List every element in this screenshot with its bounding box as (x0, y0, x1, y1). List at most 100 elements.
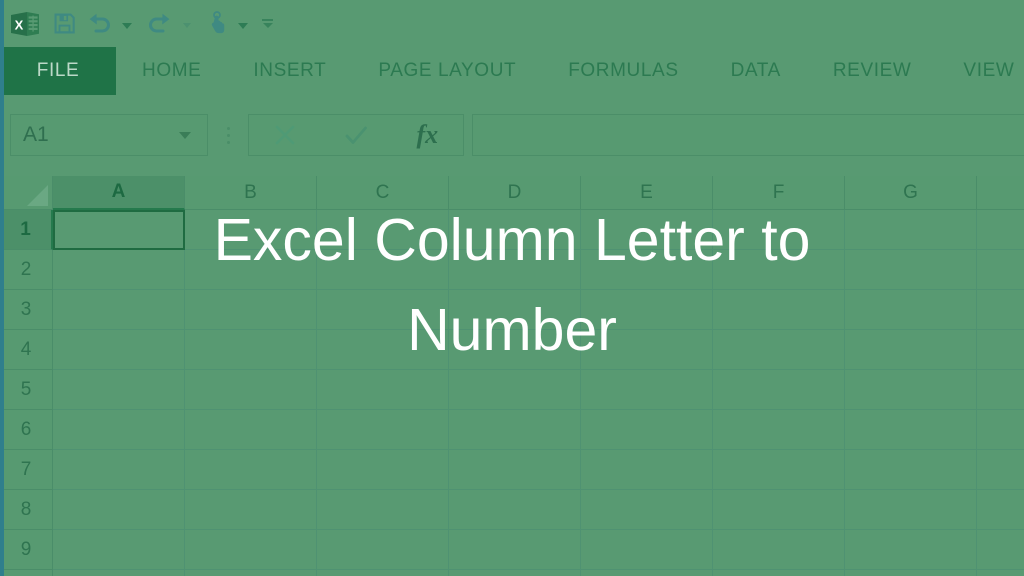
row-header-9[interactable]: 9 (0, 530, 53, 570)
cell-b1[interactable] (185, 210, 317, 250)
cell-h3[interactable] (977, 290, 1024, 330)
cell-h6[interactable] (977, 410, 1024, 450)
row-header-1[interactable]: 1 (0, 210, 53, 250)
cell-e4[interactable] (581, 330, 713, 370)
cell-c4[interactable] (317, 330, 449, 370)
row-header-4[interactable]: 4 (0, 330, 53, 370)
cell-b5[interactable] (185, 370, 317, 410)
tab-data[interactable]: DATA (705, 47, 807, 95)
cell-e8[interactable] (581, 490, 713, 530)
cell-f4[interactable] (713, 330, 845, 370)
row-header-6[interactable]: 6 (0, 410, 53, 450)
cell-d7[interactable] (449, 450, 581, 490)
cell-a4[interactable] (53, 330, 185, 370)
column-header-h[interactable] (977, 176, 1024, 210)
cell-e6[interactable] (581, 410, 713, 450)
cell-h5[interactable] (977, 370, 1024, 410)
row-header-8[interactable]: 8 (0, 490, 53, 530)
cell-c1[interactable] (317, 210, 449, 250)
cell-e10[interactable] (581, 570, 713, 576)
select-all-button[interactable] (0, 176, 53, 210)
cell-d10[interactable] (449, 570, 581, 576)
cell-e7[interactable] (581, 450, 713, 490)
cell-c9[interactable] (317, 530, 449, 570)
column-header-e[interactable]: E (581, 176, 713, 210)
cell-e5[interactable] (581, 370, 713, 410)
cell-g5[interactable] (845, 370, 977, 410)
cell-c2[interactable] (317, 250, 449, 290)
cell-h8[interactable] (977, 490, 1024, 530)
cell-a1[interactable] (53, 210, 185, 250)
cell-c7[interactable] (317, 450, 449, 490)
cell-g8[interactable] (845, 490, 977, 530)
cell-c8[interactable] (317, 490, 449, 530)
tab-home[interactable]: HOME (116, 47, 227, 95)
cell-g10[interactable] (845, 570, 977, 576)
tab-insert[interactable]: INSERT (227, 47, 352, 95)
cell-f5[interactable] (713, 370, 845, 410)
cell-b3[interactable] (185, 290, 317, 330)
enter-button[interactable] (328, 115, 384, 155)
cell-f9[interactable] (713, 530, 845, 570)
redo-button[interactable] (142, 7, 178, 41)
row-header-7[interactable]: 7 (0, 450, 53, 490)
cell-g3[interactable] (845, 290, 977, 330)
cell-a6[interactable] (53, 410, 185, 450)
redo-dropdown-caret-icon[interactable] (183, 23, 191, 28)
column-header-f[interactable]: F (713, 176, 845, 210)
column-header-c[interactable]: C (317, 176, 449, 210)
cell-a10[interactable] (53, 570, 185, 576)
cell-a7[interactable] (53, 450, 185, 490)
cell-f8[interactable] (713, 490, 845, 530)
row-header-3[interactable]: 3 (0, 290, 53, 330)
cell-c3[interactable] (317, 290, 449, 330)
row-header-5[interactable]: 5 (0, 370, 53, 410)
cell-d6[interactable] (449, 410, 581, 450)
save-button[interactable] (48, 7, 81, 41)
cell-h2[interactable] (977, 250, 1024, 290)
customize-qat-button[interactable] (262, 19, 273, 28)
cell-c5[interactable] (317, 370, 449, 410)
cell-g7[interactable] (845, 450, 977, 490)
cell-e1[interactable] (581, 210, 713, 250)
tab-review[interactable]: REVIEW (807, 47, 938, 95)
column-header-a[interactable]: A (53, 176, 185, 210)
cell-d3[interactable] (449, 290, 581, 330)
row-header-10[interactable] (0, 570, 53, 576)
tab-view[interactable]: VIEW (937, 47, 1024, 95)
cell-a9[interactable] (53, 530, 185, 570)
row-header-2[interactable]: 2 (0, 250, 53, 290)
tab-file[interactable]: FILE (0, 47, 116, 95)
name-box[interactable]: A1 (10, 114, 208, 156)
cell-d9[interactable] (449, 530, 581, 570)
cell-g6[interactable] (845, 410, 977, 450)
touch-mouse-mode-button[interactable] (201, 7, 233, 41)
touch-mode-dropdown-caret-icon[interactable] (238, 22, 248, 29)
cell-a5[interactable] (53, 370, 185, 410)
cell-b9[interactable] (185, 530, 317, 570)
cell-g9[interactable] (845, 530, 977, 570)
column-header-b[interactable]: B (185, 176, 317, 210)
undo-dropdown-caret-icon[interactable] (122, 22, 132, 29)
insert-function-button[interactable]: fx (399, 115, 455, 155)
cell-f2[interactable] (713, 250, 845, 290)
cell-h4[interactable] (977, 330, 1024, 370)
cancel-button[interactable] (257, 115, 313, 155)
name-box-dropdown-caret-icon[interactable] (179, 131, 191, 139)
cell-d4[interactable] (449, 330, 581, 370)
cell-c10[interactable] (317, 570, 449, 576)
tab-page-layout[interactable]: PAGE LAYOUT (352, 47, 542, 95)
cell-h7[interactable] (977, 450, 1024, 490)
cell-e3[interactable] (581, 290, 713, 330)
cell-f10[interactable] (713, 570, 845, 576)
cell-f6[interactable] (713, 410, 845, 450)
cell-e2[interactable] (581, 250, 713, 290)
tab-formulas[interactable]: FORMULAS (542, 47, 704, 95)
cell-b4[interactable] (185, 330, 317, 370)
column-header-d[interactable]: D (449, 176, 581, 210)
cell-b6[interactable] (185, 410, 317, 450)
column-header-g[interactable]: G (845, 176, 977, 210)
formula-input[interactable] (472, 114, 1024, 156)
cell-a2[interactable] (53, 250, 185, 290)
cell-d2[interactable] (449, 250, 581, 290)
